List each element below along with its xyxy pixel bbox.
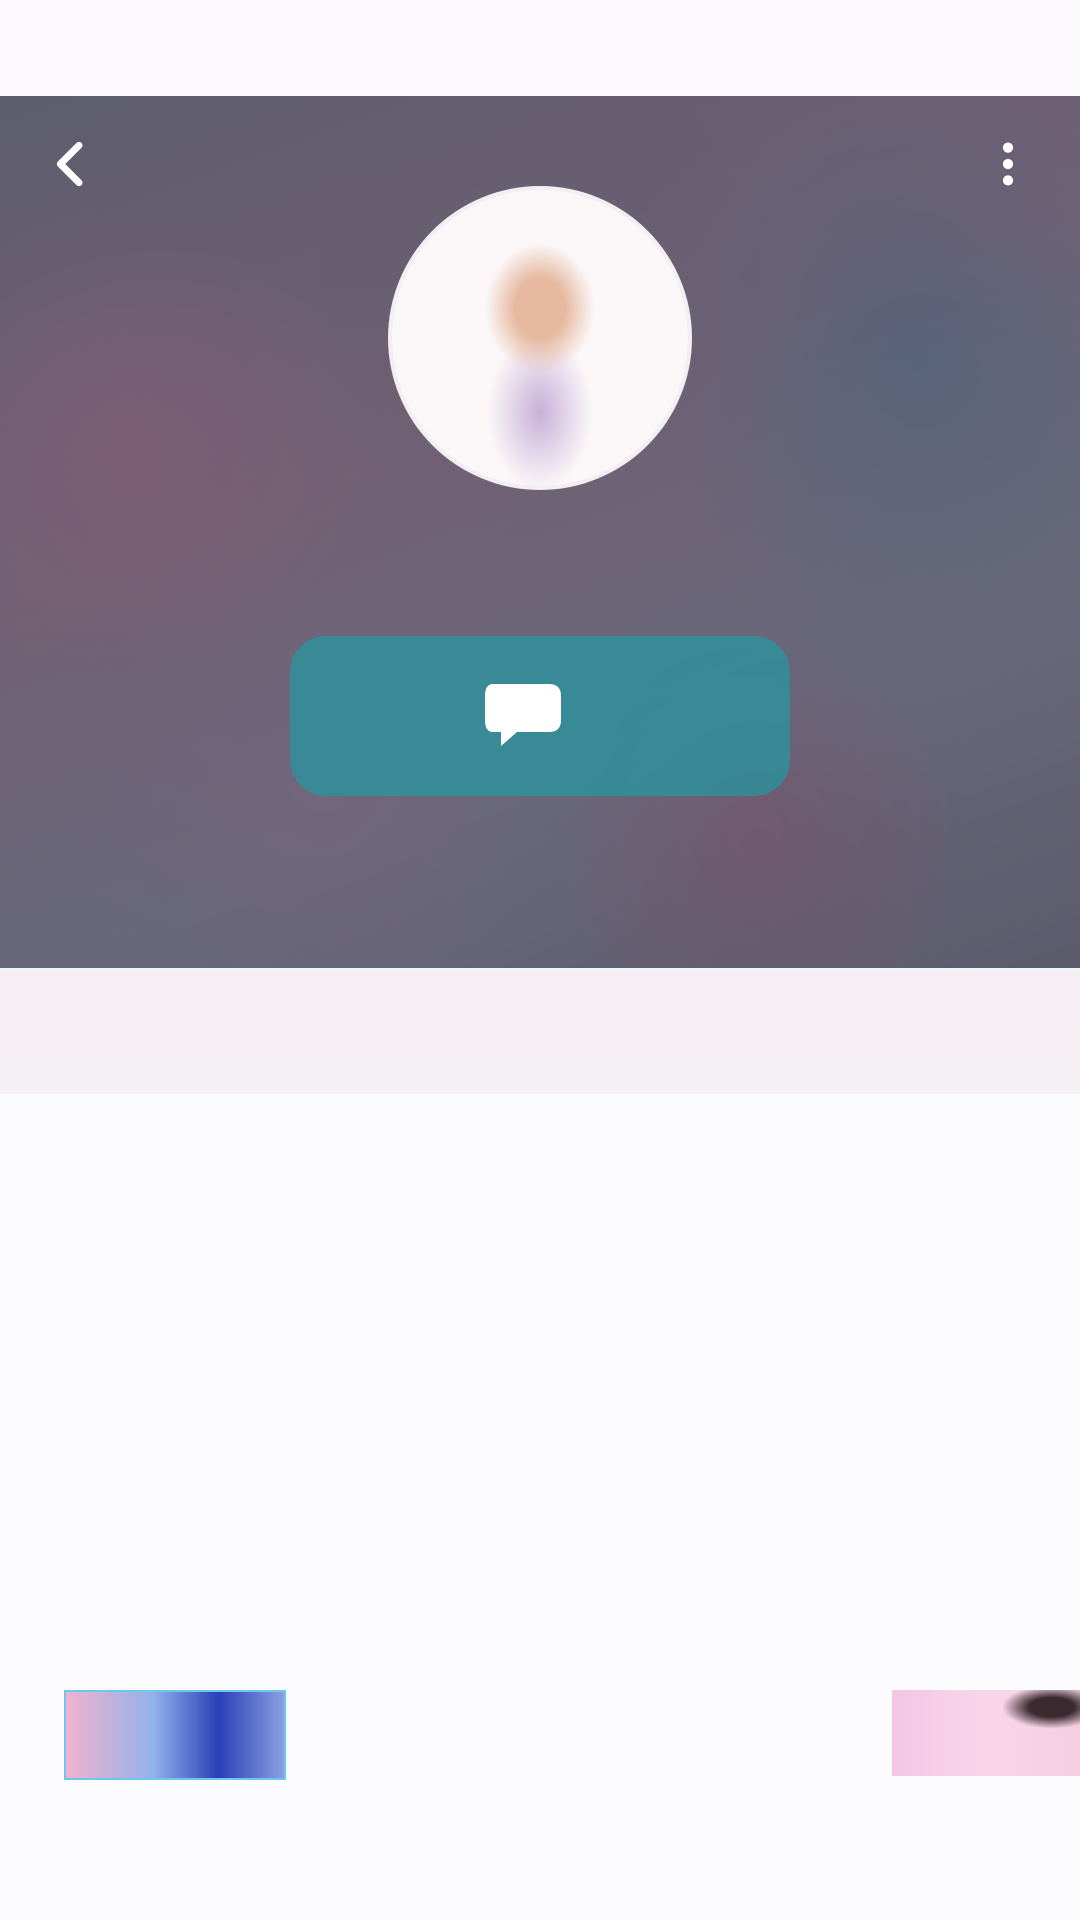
avatar[interactable]	[392, 190, 688, 486]
more-vertical-icon	[980, 136, 1036, 197]
content-area	[0, 1094, 1080, 1920]
back-button[interactable]	[24, 118, 120, 214]
stat-item[interactable]	[685, 816, 905, 956]
chat-bubble-icon	[481, 676, 577, 756]
profile-stats	[0, 816, 1080, 956]
back-arrow-icon	[44, 136, 100, 197]
tab-bar[interactable]	[0, 968, 1080, 1096]
profile-header	[0, 96, 1080, 968]
status-bar	[0, 0, 1080, 96]
stat-item[interactable]	[430, 816, 650, 956]
stat-item[interactable]	[175, 816, 395, 956]
media-thumbnail[interactable]	[892, 1690, 1080, 1776]
more-options-button[interactable]	[960, 118, 1056, 214]
media-thumbnail[interactable]	[64, 1690, 286, 1780]
chat-button[interactable]	[290, 636, 790, 796]
